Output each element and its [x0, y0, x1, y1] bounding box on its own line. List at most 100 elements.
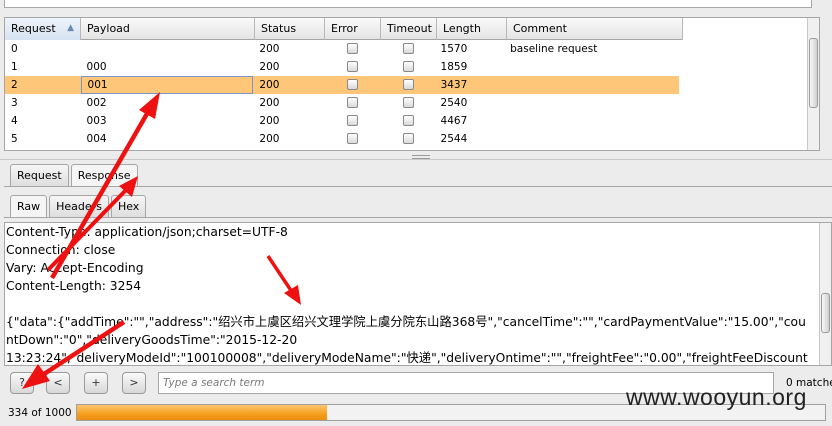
error-cell — [323, 76, 379, 94]
error-checkbox[interactable] — [346, 61, 358, 72]
error-checkbox[interactable] — [346, 115, 358, 126]
help-button[interactable]: ? — [10, 372, 34, 394]
divider-grip-icon[interactable] — [412, 155, 430, 159]
status-cell: 200 — [259, 97, 280, 109]
results-table[interactable]: Request ▲ Payload Status Error Timeout Length C… — [4, 17, 820, 151]
table-row[interactable]: 0 200 1570 baseline request — [5, 40, 679, 58]
add-match-button[interactable]: + — [84, 372, 108, 394]
comment-cell: baseline request — [510, 43, 598, 55]
table-row[interactable]: 5 004 200 2544 — [5, 130, 679, 148]
timeout-checkbox[interactable] — [402, 115, 414, 126]
tab-response[interactable]: Response — [70, 164, 138, 186]
tab-headers[interactable]: Headers — [49, 195, 109, 217]
length-cell: 1859 — [440, 61, 468, 73]
watermark: www.wooyun.org — [626, 384, 807, 410]
timeout-checkbox[interactable] — [402, 43, 414, 54]
timeout-checkbox[interactable] — [402, 79, 414, 90]
table-row[interactable]: 4 003 200 4467 — [5, 112, 679, 130]
column-header-label: Payload — [87, 22, 130, 35]
column-header-error[interactable]: Error — [325, 18, 381, 40]
length-cell: 3437 — [440, 79, 468, 91]
tab-raw[interactable]: Raw — [10, 195, 48, 217]
status-cell: 200 — [259, 43, 280, 55]
message-tabs: Request Response — [10, 164, 140, 186]
column-header-timeout[interactable]: Timeout — [381, 18, 437, 40]
tab-divider — [4, 186, 832, 187]
subtab-divider — [4, 217, 832, 218]
response-scrollbar[interactable] — [819, 223, 831, 365]
sort-ascending-icon[interactable]: ▲ — [67, 18, 74, 39]
column-header-request[interactable]: Request ▲ — [5, 18, 81, 40]
column-header-label: Error — [331, 22, 358, 35]
timeout-cell — [379, 40, 435, 58]
table-row[interactable]: 1 000 200 1859 — [5, 58, 679, 76]
request-cell: 2 — [11, 79, 18, 91]
error-checkbox[interactable] — [347, 79, 358, 90]
timeout-checkbox[interactable] — [402, 61, 414, 72]
request-cell: 4 — [11, 115, 18, 127]
timeout-cell — [379, 58, 435, 76]
error-cell — [323, 94, 379, 112]
error-cell — [323, 130, 379, 148]
timeout-cell — [379, 76, 435, 94]
tab-hex[interactable]: Hex — [110, 195, 147, 217]
error-cell — [323, 112, 379, 130]
comment-cell — [504, 76, 679, 94]
table-scrollbar-thumb[interactable] — [809, 38, 818, 108]
error-checkbox[interactable] — [346, 97, 358, 108]
view-tabs: Raw Headers Hex — [10, 195, 148, 217]
progress-label: 334 of 1000 — [8, 407, 72, 419]
table-scrollbar[interactable] — [807, 18, 819, 150]
column-header-comment[interactable]: Comment — [507, 18, 683, 40]
response-line — [6, 295, 828, 313]
timeout-cell — [379, 130, 435, 148]
table-row[interactable]: 2 001 200 3437 — [5, 76, 679, 94]
response-line: Content-Length: 3254 — [6, 279, 142, 293]
column-header-label: Status — [261, 22, 297, 35]
comment-cell — [504, 58, 679, 76]
response-text[interactable]: Content-Type: application/json;charset=U… — [6, 223, 828, 365]
payload-cell — [81, 40, 254, 58]
length-cell: 2540 — [440, 97, 468, 109]
error-checkbox[interactable] — [346, 133, 358, 144]
status-cell: 200 — [259, 133, 280, 145]
timeout-checkbox[interactable] — [402, 97, 414, 108]
response-line: ntDown":"0","deliveryGoodsTime":"2015-12… — [6, 333, 298, 347]
column-header-payload[interactable]: Payload — [81, 18, 255, 40]
timeout-checkbox[interactable] — [402, 133, 414, 144]
split-pane-divider[interactable] — [0, 151, 832, 160]
request-cell: 1 — [11, 61, 18, 73]
response-line: Connection: close — [6, 243, 116, 257]
response-scrollbar-thumb[interactable] — [821, 293, 830, 333]
top-input-field[interactable] — [4, 0, 812, 8]
response-line: Content-Type: application/json;charset=U… — [6, 225, 288, 239]
payload-cell: 000 — [86, 61, 107, 73]
table-header: Request ▲ Payload Status Error Timeout Length C… — [5, 18, 683, 40]
length-cell: 1570 — [440, 43, 468, 55]
request-cell: 0 — [11, 43, 18, 55]
payload-cell: 004 — [86, 133, 107, 145]
top-strip — [0, 0, 832, 17]
timeout-cell — [379, 112, 435, 130]
column-header-label: Request — [11, 22, 56, 35]
status-cell: 200 — [259, 61, 280, 73]
column-header-status[interactable]: Status — [255, 18, 325, 40]
column-header-label: Timeout — [387, 22, 432, 35]
previous-match-button[interactable]: < — [46, 372, 70, 394]
tab-request[interactable]: Request — [10, 164, 69, 186]
table-row[interactable]: 3 002 200 2540 — [5, 94, 679, 112]
error-cell — [323, 40, 379, 58]
column-header-label: Length — [443, 22, 481, 35]
next-match-button[interactable]: > — [122, 372, 146, 394]
column-header-label: Comment — [513, 22, 567, 35]
response-viewer[interactable]: Content-Type: application/json;charset=U… — [4, 222, 832, 366]
error-checkbox[interactable] — [346, 43, 358, 54]
comment-cell — [504, 112, 679, 130]
length-cell: 2544 — [440, 133, 468, 145]
payload-cell: 003 — [86, 115, 107, 127]
error-cell — [323, 58, 379, 76]
column-header-length[interactable]: Length — [437, 18, 507, 40]
comment-cell — [504, 94, 679, 112]
payload-cell: 001 — [80, 76, 254, 94]
response-line: Vary: Accept-Encoding — [6, 261, 144, 275]
